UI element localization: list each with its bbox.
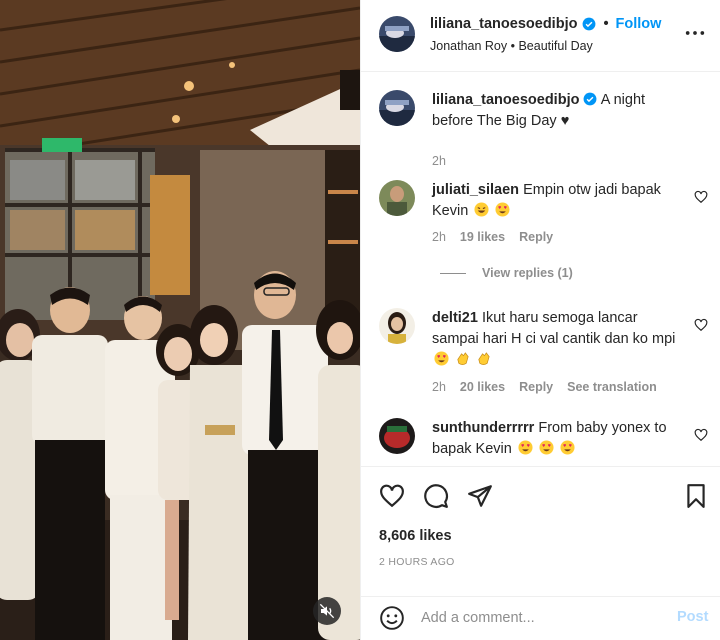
comment-likes[interactable]: 19 likes	[460, 230, 505, 244]
replies-divider-line	[440, 272, 466, 274]
muted-speaker-icon	[319, 603, 335, 619]
comment-heart-icon[interactable]	[694, 190, 708, 204]
author-avatar[interactable]	[379, 16, 415, 52]
more-options-icon[interactable]	[684, 22, 706, 44]
separator-dot: •	[603, 16, 609, 32]
clap-emoji-icon	[455, 351, 470, 366]
emoji-icon[interactable]	[379, 605, 405, 631]
post-header: liliana_tanoesoedibjo • Follow Jonathan …	[361, 0, 720, 72]
comment-icon[interactable]	[423, 483, 449, 509]
comment-username[interactable]: delti21	[432, 310, 478, 326]
comment-meta: 2h 19 likes Reply	[432, 230, 553, 244]
commenter-avatar[interactable]	[379, 180, 415, 216]
video-frame	[0, 0, 360, 640]
audio-track-link[interactable]: Jonathan Roy • Beautiful Day	[430, 39, 593, 53]
comment-heart-icon[interactable]	[694, 318, 708, 332]
verified-badge-icon	[583, 17, 596, 31]
likes-count[interactable]: 8,606 likes	[379, 528, 452, 544]
comment-time[interactable]: 2h	[432, 230, 446, 244]
comment-meta: 2h 20 likes Reply See translation	[432, 380, 657, 394]
comment-username[interactable]: juliati_silaen	[432, 182, 519, 198]
view-replies-button[interactable]: View replies (1)	[440, 266, 573, 280]
share-icon[interactable]	[467, 483, 493, 509]
comment-text-block: delti21 Ikut haru semoga lancar sampai h…	[432, 308, 687, 371]
comment-text-block: juliati_silaen Empin otw jadi bapak Kevi…	[432, 180, 687, 222]
comment-time[interactable]: 2h	[432, 380, 446, 394]
caption-meta: 2h	[432, 154, 446, 168]
comment-likes[interactable]: 20 likes	[460, 380, 505, 394]
post-side-panel: liliana_tanoesoedibjo • Follow Jonathan …	[360, 0, 720, 640]
view-replies-label: View replies (1)	[482, 266, 573, 280]
reply-button[interactable]: Reply	[519, 380, 553, 394]
follow-button[interactable]: Follow	[616, 16, 662, 32]
comment-text-block: sunthunderrrrr From baby yonex to bapak …	[432, 418, 687, 460]
caption-text-block: liliana_tanoesoedibjo A night before The…	[432, 90, 687, 132]
laughing-emoji-icon	[474, 202, 489, 217]
mute-button[interactable]	[313, 597, 341, 625]
comment-input[interactable]	[421, 605, 661, 631]
post-timestamp[interactable]: 2 HOURS AGO	[379, 556, 455, 568]
caption-avatar[interactable]	[379, 90, 415, 126]
heart-icon[interactable]	[379, 483, 405, 509]
reply-button[interactable]: Reply	[519, 230, 553, 244]
comments-list[interactable]: liliana_tanoesoedibjo A night before The…	[361, 72, 720, 466]
commenter-avatar[interactable]	[379, 418, 415, 454]
clap-emoji-icon	[476, 351, 491, 366]
add-comment-bar: Post	[361, 596, 720, 640]
author-username[interactable]: liliana_tanoesoedibjo	[430, 16, 577, 32]
heart-eyes-emoji-icon	[518, 440, 533, 455]
heart-eyes-emoji-icon	[539, 440, 554, 455]
comment-username[interactable]: sunthunderrrrr	[432, 420, 534, 436]
author-line: liliana_tanoesoedibjo • Follow	[430, 16, 661, 32]
instagram-post: liliana_tanoesoedibjo • Follow Jonathan …	[0, 0, 720, 640]
heart-eyes-emoji-icon	[434, 351, 449, 366]
commenter-avatar[interactable]	[379, 308, 415, 344]
post-actions: 8,606 likes 2 HOURS AGO	[361, 466, 720, 596]
comment-heart-icon[interactable]	[694, 428, 708, 442]
see-translation-button[interactable]: See translation	[567, 380, 657, 394]
caption-username[interactable]: liliana_tanoesoedibjo	[432, 92, 579, 108]
verified-badge-icon	[584, 92, 597, 106]
heart-eyes-emoji-icon	[560, 440, 575, 455]
bookmark-icon[interactable]	[683, 483, 709, 509]
heart-eyes-emoji-icon	[495, 202, 510, 217]
caption-time[interactable]: 2h	[432, 154, 446, 168]
post-comment-button[interactable]: Post	[677, 609, 708, 625]
post-video[interactable]	[0, 0, 360, 640]
